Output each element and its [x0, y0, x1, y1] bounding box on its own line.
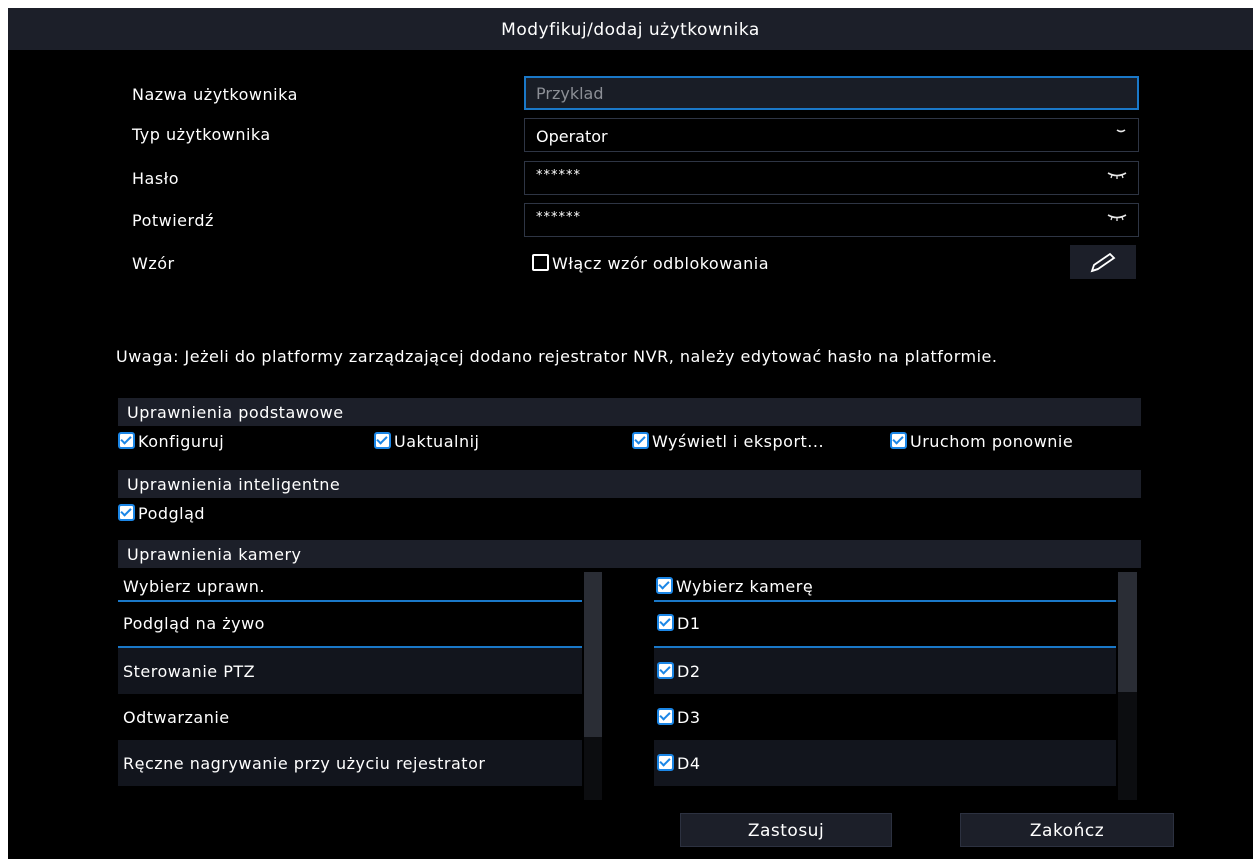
- camera-list-scrollbar-track[interactable]: [1118, 692, 1137, 800]
- camera-label: D1: [677, 614, 701, 633]
- camera-list-header-label: Wybierz kamerę: [676, 577, 814, 596]
- chevron-down-icon[interactable]: [1114, 124, 1128, 142]
- checkbox-checked-icon[interactable]: [657, 754, 674, 771]
- perm-restart[interactable]: Uruchom ponownie: [890, 432, 1073, 451]
- checkbox-checked-icon[interactable]: [374, 432, 391, 449]
- perm-configure-label: Konfiguruj: [138, 432, 225, 451]
- eye-closed-icon[interactable]: [1106, 167, 1128, 185]
- list-item[interactable]: Odtwarzanie: [118, 694, 582, 740]
- perm-upgrade-label: Uaktualnij: [394, 432, 480, 451]
- checkbox-checked-icon[interactable]: [657, 662, 674, 679]
- list-item[interactable]: Ręczne nagrywanie przy użyciu rejestrato…: [118, 740, 582, 786]
- pencil-icon: [1090, 252, 1116, 273]
- perm-view-export[interactable]: Wyświetl i eksport...: [632, 432, 824, 451]
- checkbox-checked-icon[interactable]: [657, 708, 674, 725]
- perm-configure[interactable]: Konfiguruj: [118, 432, 224, 451]
- checkbox-checked-icon[interactable]: [632, 432, 649, 449]
- password-value: ******: [536, 168, 581, 183]
- perm-preview-label: Podgląd: [138, 504, 206, 523]
- eye-closed-icon[interactable]: [1106, 209, 1128, 227]
- camera-list-header[interactable]: Wybierz kamerę: [654, 572, 1116, 602]
- usertype-label: Typ użytkownika: [132, 125, 271, 144]
- permission-list-header: Wybierz uprawn.: [118, 572, 582, 602]
- confirm-field[interactable]: ******: [524, 203, 1139, 237]
- list-item[interactable]: Sterowanie PTZ: [118, 648, 582, 694]
- checkbox-checked-icon[interactable]: [890, 432, 907, 449]
- usertype-select[interactable]: Operator: [524, 118, 1139, 152]
- list-item[interactable]: D3: [654, 694, 1116, 740]
- pattern-checkbox-label: Włącz wzór odblokowania: [552, 254, 769, 273]
- camera-permissions-header: Uprawnienia kamery: [118, 540, 1141, 568]
- platform-note: Uwaga: Jeżeli do platformy zarządzającej…: [116, 347, 998, 366]
- basic-permissions-header: Uprawnienia podstawowe: [118, 398, 1141, 426]
- confirm-label: Potwierdź: [132, 211, 214, 230]
- checkbox-checked-icon[interactable]: [657, 614, 674, 631]
- apply-button[interactable]: Zastosuj: [680, 813, 892, 847]
- checkbox-checked-icon[interactable]: [656, 577, 673, 594]
- password-label: Hasło: [132, 169, 180, 188]
- camera-label: D2: [677, 662, 701, 681]
- smart-permissions-header: Uprawnienia inteligentne: [118, 470, 1141, 498]
- username-label: Nazwa użytkownika: [132, 85, 298, 104]
- list-item[interactable]: D1: [654, 602, 1116, 648]
- list-item[interactable]: D4: [654, 740, 1116, 786]
- perm-preview[interactable]: Podgląd: [118, 504, 205, 523]
- user-dialog: Modyfikuj/dodaj użytkownika Nazwa użytko…: [8, 8, 1253, 859]
- list-item[interactable]: Podgląd na żywo: [118, 602, 582, 648]
- checkbox-unchecked-icon[interactable]: [532, 254, 549, 271]
- usertype-value: Operator: [536, 127, 608, 146]
- permission-list-scrollbar[interactable]: [584, 572, 602, 737]
- finish-button[interactable]: Zakończ: [960, 813, 1174, 847]
- checkbox-checked-icon[interactable]: [118, 432, 135, 449]
- list-item[interactable]: D2: [654, 648, 1116, 694]
- permission-list: Wybierz uprawn. Podgląd na żywo Sterowan…: [118, 572, 582, 800]
- checkbox-checked-icon[interactable]: [118, 504, 135, 521]
- username-input[interactable]: [526, 78, 1096, 108]
- username-field[interactable]: [524, 76, 1139, 110]
- permission-list-scrollbar-track[interactable]: [584, 737, 602, 800]
- dialog-title: Modyfikuj/dodaj użytkownika: [8, 8, 1253, 50]
- camera-list: Wybierz kamerę D1 D2 D3 D4: [654, 572, 1116, 800]
- camera-label: D4: [677, 754, 701, 773]
- perm-view-export-label: Wyświetl i eksport...: [652, 432, 825, 451]
- confirm-value: ******: [536, 210, 581, 225]
- camera-label: D3: [677, 708, 701, 727]
- camera-list-scrollbar[interactable]: [1118, 572, 1137, 692]
- pattern-label: Wzór: [132, 254, 175, 273]
- password-field[interactable]: ******: [524, 161, 1139, 195]
- perm-restart-label: Uruchom ponownie: [910, 432, 1074, 451]
- pattern-checkbox[interactable]: Włącz wzór odblokowania: [532, 254, 769, 273]
- edit-pattern-button[interactable]: [1070, 245, 1136, 279]
- perm-upgrade[interactable]: Uaktualnij: [374, 432, 479, 451]
